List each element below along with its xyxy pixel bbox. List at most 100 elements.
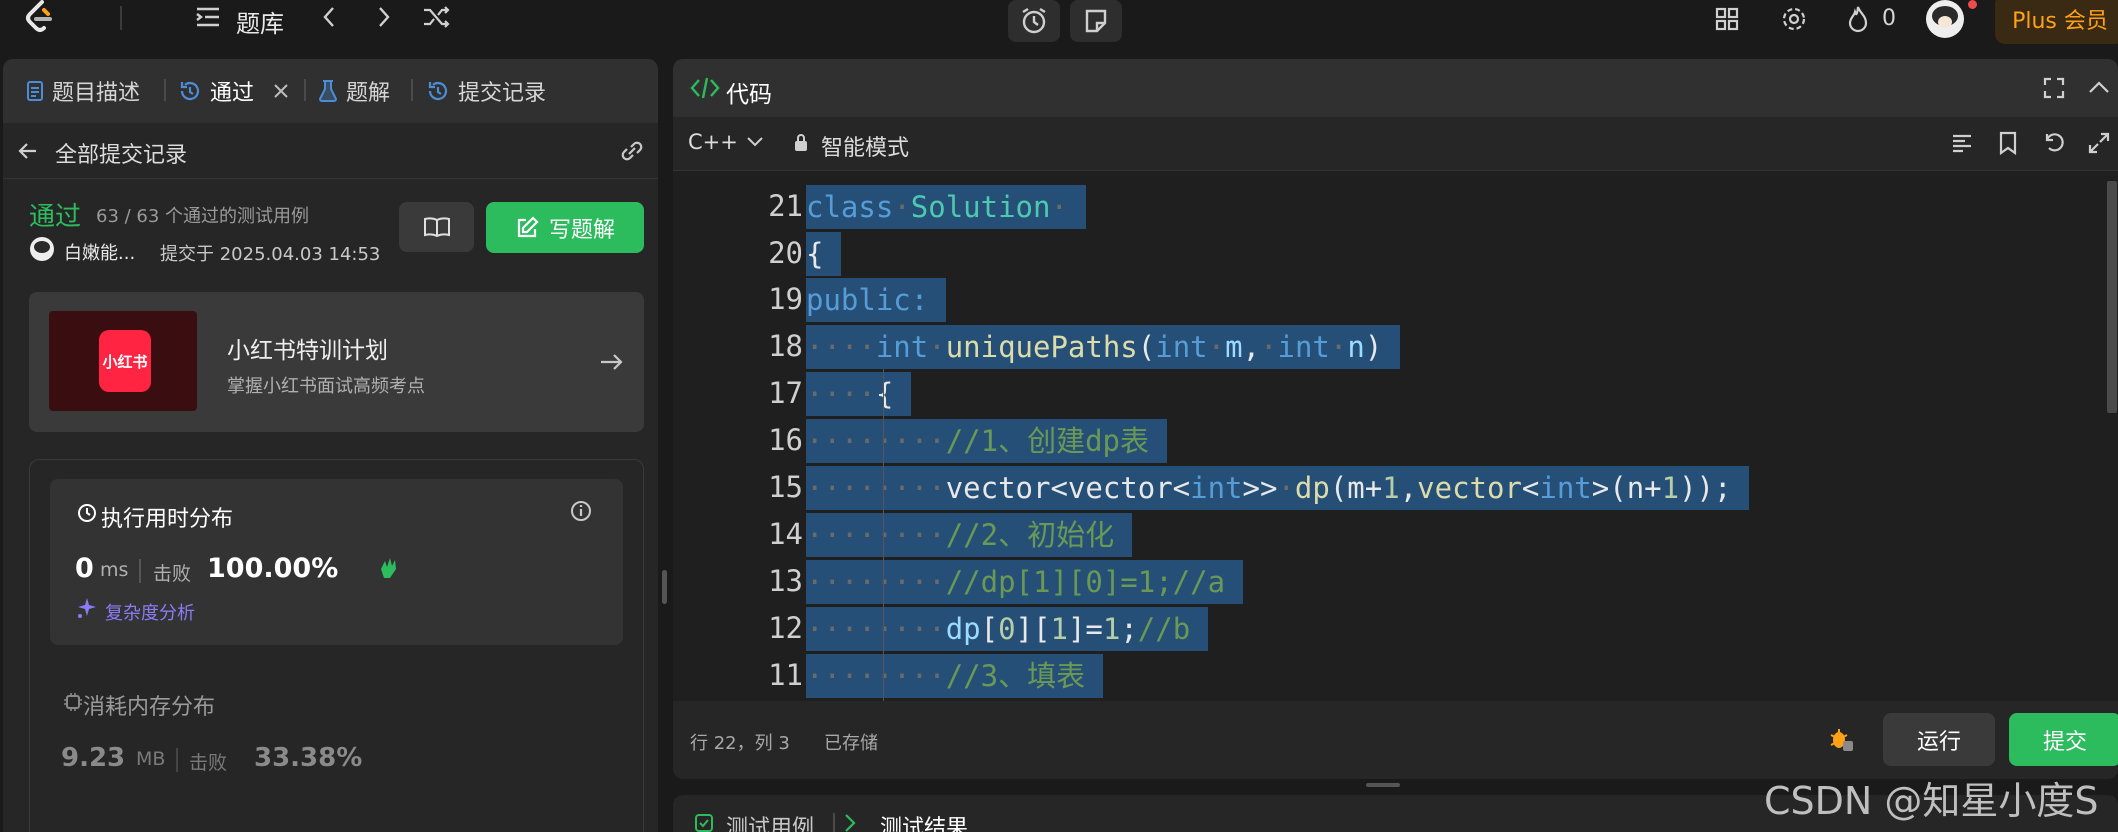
line-number: 20 bbox=[768, 236, 803, 270]
info-icon[interactable] bbox=[569, 499, 593, 523]
tab-testcase[interactable]: 测试用例 bbox=[726, 810, 814, 832]
back-row[interactable]: 全部提交记录 bbox=[3, 123, 658, 179]
fullscreen-icon[interactable] bbox=[2042, 76, 2066, 100]
alarm-button[interactable] bbox=[1008, 0, 1060, 42]
promo-card[interactable]: 小红书 小红书特训计划 掌握小红书面试高频考点 bbox=[29, 292, 644, 432]
code-line-12: ········dp[0][1]=1;//b bbox=[806, 607, 1209, 651]
language-label: C++ bbox=[688, 130, 738, 154]
left-panel: 题目描述 通过 题解 提交记录 全部提交记录 通过 63 / 63 个通过的测试… bbox=[3, 59, 658, 832]
lock-icon bbox=[795, 134, 807, 151]
problem-bank-link[interactable]: 题库 bbox=[236, 4, 284, 39]
plus-membership-label: Plus 会员 bbox=[2012, 9, 2108, 34]
tab-test-result[interactable]: 测试结果 bbox=[880, 810, 968, 832]
user-name[interactable]: 白嫩能... bbox=[64, 239, 135, 265]
line-number: 11 bbox=[768, 658, 803, 692]
debug-bug-icon[interactable] bbox=[1827, 725, 1855, 753]
code-panel-title: 代码 bbox=[726, 82, 772, 108]
undo-icon[interactable] bbox=[2042, 131, 2066, 155]
code-line-20: { bbox=[806, 232, 842, 276]
tab-submissions[interactable]: 提交记录 bbox=[426, 75, 546, 107]
expand-icon[interactable] bbox=[2087, 131, 2111, 155]
code-panel: 代码 C++ 智能模式 21 20 19 18 17 16 15 14 13 12 11 class… bbox=[673, 59, 2118, 779]
chevron-down-icon bbox=[747, 137, 763, 147]
list-icon[interactable] bbox=[193, 2, 223, 32]
note-button[interactable] bbox=[1070, 0, 1122, 42]
editor-scrollbar[interactable] bbox=[2107, 181, 2117, 413]
close-icon[interactable] bbox=[272, 82, 290, 100]
line-number: 13 bbox=[768, 564, 803, 598]
panel-resize-handle[interactable] bbox=[1366, 783, 1400, 787]
code-line-14: ········//2、初始化 bbox=[806, 513, 1133, 557]
leetcode-logo[interactable] bbox=[22, 0, 58, 34]
line-number: 17 bbox=[768, 376, 803, 410]
xiaohongshu-logo: 小红书 bbox=[99, 330, 151, 392]
status-accepted: 通过 bbox=[29, 202, 82, 232]
divider bbox=[120, 6, 122, 30]
promo-title: 小红书特训计划 bbox=[227, 338, 388, 364]
tab-description[interactable]: 题目描述 bbox=[26, 75, 140, 107]
code-line-16: ········//1、创建dp表 bbox=[806, 419, 1167, 463]
csdn-watermark: CSDN @知星小度S bbox=[1764, 779, 2099, 823]
fire-icon[interactable] bbox=[1844, 4, 1872, 34]
line-number: 19 bbox=[768, 282, 803, 316]
runtime-beats-value: 100.00% bbox=[207, 553, 339, 584]
arrow-left-icon[interactable] bbox=[16, 139, 40, 163]
submit-button[interactable]: 提交 bbox=[2009, 713, 2118, 766]
code-line-17: ····{ bbox=[806, 372, 912, 416]
notification-dot bbox=[1968, 0, 1977, 9]
shuffle-icon[interactable] bbox=[420, 2, 454, 32]
language-select[interactable]: C++ bbox=[688, 130, 764, 154]
checkbox-icon bbox=[695, 814, 713, 832]
divider bbox=[833, 813, 835, 832]
divider bbox=[304, 79, 306, 101]
tab-accepted[interactable]: 通过 bbox=[178, 75, 290, 107]
stats-container: 执行用时分布 0 ms 击败 100.00% 复杂度分析 消耗内存分布 9.23… bbox=[29, 459, 644, 832]
panel-resize-handle[interactable] bbox=[662, 570, 667, 604]
notes-button[interactable] bbox=[399, 202, 474, 252]
arrow-right-icon[interactable] bbox=[599, 350, 625, 374]
cursor-position: 行 22，列 3 bbox=[690, 733, 790, 754]
saved-status: 已存储 bbox=[824, 733, 878, 754]
history-icon bbox=[428, 81, 448, 101]
chevron-right-icon bbox=[845, 814, 856, 832]
write-solution-label: 写题解 bbox=[548, 217, 615, 243]
memory-beats-label: 击败 bbox=[189, 752, 228, 774]
history-icon bbox=[180, 81, 200, 101]
code-line-18: ····int·uniquePaths(int·m,·int·n) bbox=[806, 325, 1401, 369]
run-button[interactable]: 运行 bbox=[1883, 713, 1995, 766]
code-line-13: ········//dp[1][0]=1;//a bbox=[806, 560, 1244, 604]
chevron-up-icon[interactable] bbox=[2087, 79, 2111, 95]
complexity-link[interactable]: 复杂度分析 bbox=[105, 599, 195, 625]
code-editor[interactable]: 21 20 19 18 17 16 15 14 13 12 11 class·Solution· {… bbox=[673, 171, 2118, 701]
format-icon[interactable] bbox=[1951, 132, 1973, 154]
left-tab-bar: 题目描述 通过 题解 提交记录 bbox=[3, 59, 658, 123]
plus-membership-button[interactable]: Plus 会员 bbox=[1995, 0, 2118, 44]
tab-solutions[interactable]: 题解 bbox=[318, 75, 390, 107]
editor-toolbar: C++ 智能模式 bbox=[673, 117, 2118, 171]
testcase-count: 63 / 63 个通过的测试用例 bbox=[96, 206, 310, 227]
avatar[interactable] bbox=[1926, 0, 1964, 38]
write-solution-button[interactable]: 写题解 bbox=[486, 202, 644, 253]
runtime-card[interactable]: 执行用时分布 0 ms 击败 100.00% 复杂度分析 bbox=[50, 479, 623, 645]
bookmark-icon[interactable] bbox=[1998, 131, 2018, 155]
smart-mode-label[interactable]: 智能模式 bbox=[821, 130, 909, 162]
sparkle-icon bbox=[78, 598, 96, 618]
line-number: 21 bbox=[768, 189, 803, 223]
promo-subtitle: 掌握小红书面试高频考点 bbox=[227, 376, 425, 397]
memory-title: 消耗内存分布 bbox=[83, 695, 216, 720]
link-icon[interactable] bbox=[618, 139, 646, 163]
line-number: 18 bbox=[768, 329, 803, 363]
edit-icon bbox=[517, 215, 539, 237]
chevron-right-icon[interactable] bbox=[369, 2, 399, 32]
chevron-left-icon[interactable] bbox=[314, 2, 344, 32]
line-number: 15 bbox=[768, 470, 803, 504]
promo-image: 小红书 bbox=[49, 311, 197, 411]
memory-value: 9.23 bbox=[61, 743, 126, 773]
tab-description-label: 题目描述 bbox=[52, 81, 141, 106]
fire-count: 0 bbox=[1882, 6, 1896, 31]
memory-unit: MB bbox=[136, 748, 166, 770]
settings-gear-icon[interactable] bbox=[1779, 4, 1809, 34]
user-avatar bbox=[30, 237, 54, 261]
layout-grid-icon[interactable] bbox=[1712, 4, 1742, 34]
xiaohongshu-logo-text: 小红书 bbox=[102, 352, 148, 371]
